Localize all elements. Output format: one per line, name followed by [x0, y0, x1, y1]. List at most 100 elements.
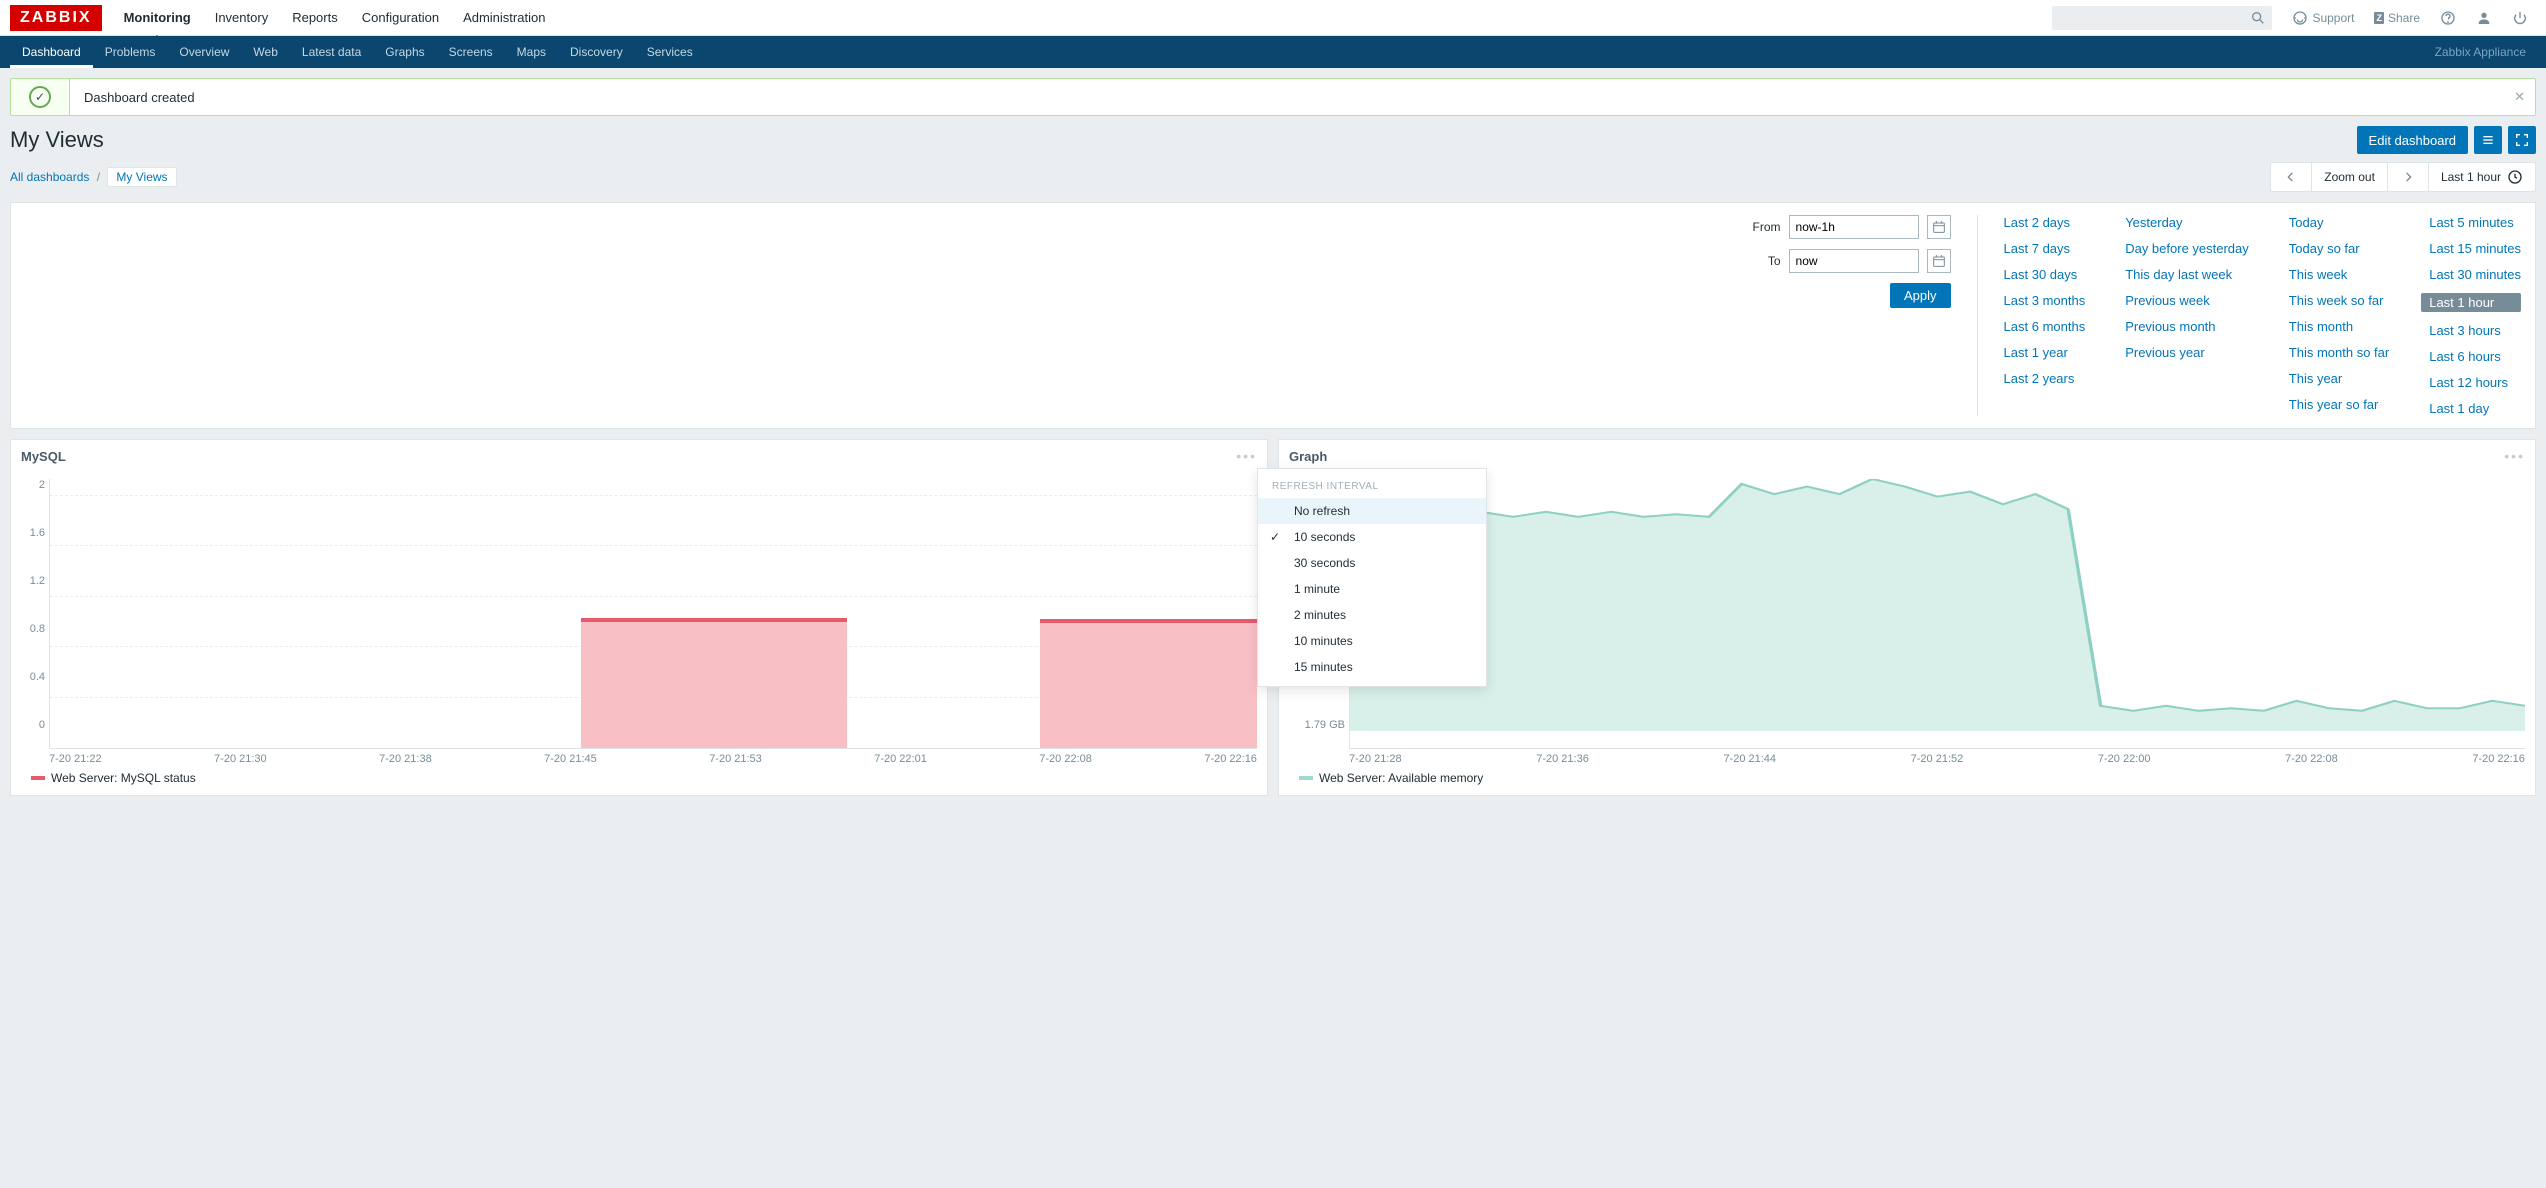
- refresh-option-10-minutes[interactable]: 10 minutes: [1258, 628, 1486, 654]
- topnav-configuration[interactable]: Configuration: [350, 0, 451, 35]
- subnav-web[interactable]: Web: [241, 36, 289, 68]
- refresh-option-30-seconds[interactable]: 30 seconds: [1258, 550, 1486, 576]
- preset-this-week-so-far[interactable]: This week so far: [2289, 293, 2389, 308]
- topnav-monitoring[interactable]: Monitoring: [112, 0, 203, 35]
- preset-previous-year[interactable]: Previous year: [2125, 345, 2249, 360]
- breadcrumb-current[interactable]: My Views: [107, 167, 176, 187]
- check-circle-icon: ✓: [29, 86, 51, 108]
- widget-mysql-menu-icon[interactable]: •••: [1236, 448, 1257, 464]
- time-range-label: Last 1 hour: [2441, 170, 2501, 184]
- sub-nav: DashboardProblemsOverviewWebLatest dataG…: [0, 36, 2546, 68]
- widget-graph: Graph ••• REFRESH INTERVAL No refresh✓10…: [1278, 439, 2536, 796]
- support-label: Support: [2312, 11, 2354, 25]
- refresh-option-15-minutes[interactable]: 15 minutes: [1258, 654, 1486, 680]
- preset-last-5-minutes[interactable]: Last 5 minutes: [2429, 215, 2521, 230]
- bar: [581, 618, 847, 748]
- time-range-button[interactable]: Last 1 hour: [2429, 163, 2535, 191]
- alert-message: Dashboard created: [69, 79, 2535, 115]
- time-next-button[interactable]: [2388, 163, 2429, 191]
- widget-graph-menu-icon[interactable]: •••: [2504, 448, 2525, 464]
- search-input[interactable]: [2052, 6, 2272, 30]
- preset-this-year-so-far[interactable]: This year so far: [2289, 397, 2389, 412]
- search-icon[interactable]: [2250, 10, 2266, 29]
- logo: ZABBIX: [10, 5, 102, 31]
- legend-graph: Web Server: Available memory: [1319, 771, 1483, 785]
- subnav-latest-data[interactable]: Latest data: [290, 36, 373, 68]
- preset-last-6-months[interactable]: Last 6 months: [2004, 319, 2086, 334]
- preset-previous-month[interactable]: Previous month: [2125, 319, 2249, 334]
- zoom-out-button[interactable]: Zoom out: [2312, 163, 2388, 191]
- preset-day-before-yesterday[interactable]: Day before yesterday: [2125, 241, 2249, 256]
- time-prev-button[interactable]: [2271, 163, 2312, 191]
- legend-swatch-graph: [1299, 776, 1313, 780]
- preset-today[interactable]: Today: [2289, 215, 2389, 230]
- share-label: Share: [2388, 11, 2420, 25]
- topnav-administration[interactable]: Administration: [451, 0, 557, 35]
- preset-last-6-hours[interactable]: Last 6 hours: [2429, 349, 2521, 364]
- preset-last-1-day[interactable]: Last 1 day: [2429, 401, 2521, 416]
- time-navigator: Zoom out Last 1 hour: [2270, 162, 2536, 192]
- subnav-screens[interactable]: Screens: [437, 36, 505, 68]
- apply-button[interactable]: Apply: [1890, 283, 1951, 308]
- preset-this-month-so-far[interactable]: This month so far: [2289, 345, 2389, 360]
- from-input[interactable]: [1789, 215, 1919, 239]
- widget-graph-title: Graph: [1289, 449, 1327, 464]
- close-icon[interactable]: ✕: [2514, 89, 2525, 105]
- preset-last-15-minutes[interactable]: Last 15 minutes: [2429, 241, 2521, 256]
- topnav-reports[interactable]: Reports: [280, 0, 350, 35]
- breadcrumb: All dashboards / My Views: [10, 170, 177, 184]
- preset-this-month[interactable]: This month: [2289, 319, 2389, 334]
- widget-mysql-title: MySQL: [21, 449, 66, 464]
- edit-dashboard-button[interactable]: Edit dashboard: [2357, 126, 2468, 154]
- top-nav: ZABBIX MonitoringInventoryReportsConfigu…: [0, 0, 2546, 36]
- success-alert: ✓ Dashboard created ✕: [10, 78, 2536, 116]
- from-calendar-button[interactable]: [1927, 215, 1951, 239]
- subnav-maps[interactable]: Maps: [505, 36, 558, 68]
- preset-last-3-months[interactable]: Last 3 months: [2004, 293, 2086, 308]
- support-link[interactable]: Support: [2284, 6, 2362, 30]
- subnav-services[interactable]: Services: [635, 36, 705, 68]
- legend-swatch-mysql: [31, 776, 45, 780]
- refresh-option-1-minute[interactable]: 1 minute: [1258, 576, 1486, 602]
- preset-this-week[interactable]: This week: [2289, 267, 2389, 282]
- time-selector-panel: From To Apply Last 2 daysLast 7 daysLast…: [10, 202, 2536, 429]
- share-link[interactable]: Z Share: [2366, 7, 2428, 29]
- legend-mysql: Web Server: MySQL status: [51, 771, 196, 785]
- to-calendar-button[interactable]: [1927, 249, 1951, 273]
- preset-last-30-days[interactable]: Last 30 days: [2004, 267, 2086, 282]
- subnav-graphs[interactable]: Graphs: [373, 36, 436, 68]
- user-icon[interactable]: [2468, 6, 2500, 30]
- preset-last-1-year[interactable]: Last 1 year: [2004, 345, 2086, 360]
- preset-yesterday[interactable]: Yesterday: [2125, 215, 2249, 230]
- preset-last-1-hour[interactable]: Last 1 hour: [2421, 293, 2521, 312]
- preset-last-30-minutes[interactable]: Last 30 minutes: [2429, 267, 2521, 282]
- to-label: To: [1768, 254, 1781, 268]
- fullscreen-button[interactable]: [2508, 126, 2536, 154]
- preset-this-day-last-week[interactable]: This day last week: [2125, 267, 2249, 282]
- refresh-interval-dropdown: REFRESH INTERVAL No refresh✓10 seconds30…: [1257, 468, 1487, 687]
- breadcrumb-root[interactable]: All dashboards: [10, 170, 89, 184]
- list-button[interactable]: [2474, 126, 2502, 154]
- refresh-option-2-minutes[interactable]: 2 minutes: [1258, 602, 1486, 628]
- preset-last-3-hours[interactable]: Last 3 hours: [2429, 323, 2521, 338]
- preset-last-2-years[interactable]: Last 2 years: [2004, 371, 2086, 386]
- appliance-label: Zabbix Appliance: [2435, 45, 2536, 59]
- dropdown-header: REFRESH INTERVAL: [1258, 475, 1486, 498]
- to-input[interactable]: [1789, 249, 1919, 273]
- page-title: My Views: [10, 127, 104, 153]
- preset-last-12-hours[interactable]: Last 12 hours: [2429, 375, 2521, 390]
- refresh-option-10-seconds[interactable]: ✓10 seconds: [1258, 524, 1486, 550]
- power-icon[interactable]: [2504, 6, 2536, 30]
- preset-previous-week[interactable]: Previous week: [2125, 293, 2249, 308]
- help-icon[interactable]: [2432, 6, 2464, 30]
- preset-last-2-days[interactable]: Last 2 days: [2004, 215, 2086, 230]
- subnav-discovery[interactable]: Discovery: [558, 36, 635, 68]
- topnav-inventory[interactable]: Inventory: [203, 0, 280, 35]
- preset-this-year[interactable]: This year: [2289, 371, 2389, 386]
- subnav-dashboard[interactable]: Dashboard: [10, 36, 93, 68]
- preset-last-7-days[interactable]: Last 7 days: [2004, 241, 2086, 256]
- preset-today-so-far[interactable]: Today so far: [2289, 241, 2389, 256]
- subnav-overview[interactable]: Overview: [167, 36, 241, 68]
- z-icon: Z: [2374, 12, 2384, 24]
- refresh-option-no-refresh[interactable]: No refresh: [1258, 498, 1486, 524]
